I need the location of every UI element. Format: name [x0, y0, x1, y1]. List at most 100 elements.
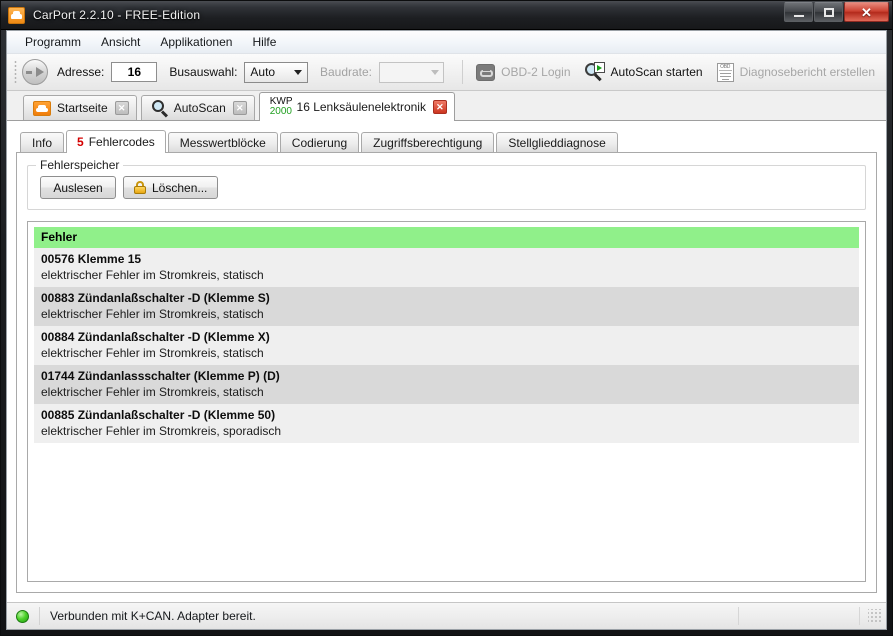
baudrate-select: [379, 61, 445, 83]
chevron-down-icon: [290, 69, 307, 75]
fault-description: elektrischer Fehler im Stromkreis, stati…: [41, 268, 264, 282]
bus-select[interactable]: Auto: [244, 61, 308, 83]
obd-plug-icon: [476, 63, 496, 81]
title-bar: CarPort 2.2.10 - FREE-Edition ✕: [1, 1, 892, 30]
tab-autoscan-label: AutoScan: [173, 101, 226, 115]
table-row[interactable]: 00883 Zündanlaßschalter -D (Klemme S) el…: [34, 287, 859, 326]
tab-autoscan[interactable]: AutoScan ✕: [140, 95, 255, 120]
close-button[interactable]: ✕: [844, 2, 889, 22]
tab-startseite-label: Startseite: [57, 101, 108, 115]
fault-list[interactable]: Fehler 00576 Klemme 15 elektrischer Fehl…: [27, 221, 866, 582]
fault-code: 00576 Klemme 15: [41, 252, 142, 266]
fehlercodes-count-badge: 5: [77, 135, 84, 149]
table-row[interactable]: 00885 Zündanlaßschalter -D (Klemme 50) e…: [34, 404, 859, 443]
menu-hilfe[interactable]: Hilfe: [243, 33, 285, 51]
toolbar: Adresse: Busauswahl: Auto Baudrate: OBD-…: [7, 54, 886, 91]
toolbar-grip[interactable]: [14, 60, 17, 84]
padlock-icon: [134, 181, 146, 194]
fault-description: elektrischer Fehler im Stromkreis, stati…: [41, 346, 264, 360]
window-title: CarPort 2.2.10 - FREE-Edition: [33, 8, 201, 22]
auslesen-button-label: Auslesen: [53, 180, 103, 195]
autoscan-start-button[interactable]: AutoScan starten: [578, 58, 710, 86]
fault-description: elektrischer Fehler im Stromkreis, spora…: [41, 424, 282, 438]
window-controls: ✕: [784, 2, 889, 22]
tab-zugriffsberechtigung[interactable]: Zugriffsberechtigung: [361, 132, 495, 152]
obd2-login-label: OBD-2 Login: [501, 65, 571, 79]
tab-stellglieddiagnose-label: Stellglieddiagnose: [508, 135, 606, 150]
document-tab-bar: Startseite ✕ AutoScan ✕ KWP 2000 16 Lenk…: [7, 91, 886, 121]
tab-zugriffsberechtigung-label: Zugriffsberechtigung: [373, 135, 483, 150]
resize-grip[interactable]: [868, 609, 882, 623]
fault-description: elektrischer Fehler im Stromkreis, stati…: [41, 307, 264, 321]
tab-codierung-label: Codierung: [291, 135, 348, 150]
loeschen-button-label: Löschen...: [152, 180, 208, 195]
tab-info[interactable]: Info: [20, 132, 65, 152]
status-divider: [859, 607, 860, 625]
tab-startseite-close-icon[interactable]: ✕: [114, 101, 129, 115]
tab-messwertbloecke-label: Messwertblöcke: [179, 135, 266, 150]
minimize-icon: [793, 14, 804, 17]
fault-code: 00883 Zündanlaßschalter -D (Klemme S): [41, 291, 270, 305]
toolbar-separator: [462, 60, 464, 84]
table-row[interactable]: 01744 Zündanlassschalter (Klemme P) (D) …: [34, 365, 859, 404]
client-area: Programm Ansicht Applikationen Hilfe Adr…: [6, 30, 887, 630]
fehlercodes-panel: Fehlerspeicher Auslesen Löschen... Fehle…: [16, 152, 877, 593]
chevron-down-icon: [426, 69, 443, 75]
autoscan-start-label: AutoScan starten: [610, 65, 703, 79]
ecu-tab-bar: Info 5 Fehlercodes Messwertblöcke Codier…: [16, 129, 877, 153]
tab-lenksaeulenelektronik-label: 16 Lenksäulenelektronik: [296, 100, 426, 114]
menu-applikationen[interactable]: Applikationen: [151, 33, 241, 51]
minimize-button[interactable]: [784, 2, 813, 22]
menu-ansicht[interactable]: Ansicht: [92, 33, 149, 51]
address-input[interactable]: [111, 62, 158, 82]
table-row[interactable]: 00884 Zündanlaßschalter -D (Klemme X) el…: [34, 326, 859, 365]
close-icon: ✕: [861, 4, 872, 20]
app-car-icon: [8, 6, 25, 24]
fehlerspeicher-group: Fehlerspeicher Auslesen Löschen...: [27, 158, 866, 210]
table-row[interactable]: 00576 Klemme 15 elektrischer Fehler im S…: [34, 248, 859, 287]
status-bar: Verbunden mit K+CAN. Adapter bereit.: [7, 602, 886, 629]
tab-info-label: Info: [32, 135, 53, 150]
fault-code: 00885 Zündanlaßschalter -D (Klemme 50): [41, 408, 276, 422]
bus-select-value: Auto: [250, 65, 276, 79]
fehlerspeicher-group-title: Fehlerspeicher: [36, 158, 124, 172]
diagnosereport-button[interactable]: OBD Diagnosebericht erstellen: [710, 58, 882, 86]
application-window: CarPort 2.2.10 - FREE-Edition ✕ Programm…: [0, 0, 893, 636]
obd2-login-button[interactable]: OBD-2 Login: [469, 58, 577, 86]
maximize-icon: [823, 7, 834, 17]
tab-lenksaeulenelektronik[interactable]: KWP 2000 16 Lenksäulenelektronik ✕: [258, 92, 455, 121]
car-icon: [33, 100, 51, 116]
baudrate-label: Baudrate:: [319, 65, 373, 79]
tab-startseite[interactable]: Startseite ✕: [23, 95, 137, 120]
fault-code: 01744 Zündanlassschalter (Klemme P) (D): [41, 369, 280, 383]
status-divider: [738, 607, 739, 625]
tab-lenksaeulenelektronik-close-icon[interactable]: ✕: [432, 100, 447, 114]
tab-messwertbloecke[interactable]: Messwertblöcke: [167, 132, 278, 152]
fault-code: 00884 Zündanlaßschalter -D (Klemme X): [41, 330, 270, 344]
address-label: Adresse:: [57, 65, 105, 79]
tab-codierung[interactable]: Codierung: [279, 132, 360, 152]
auslesen-button[interactable]: Auslesen: [40, 176, 116, 199]
page-body: Info 5 Fehlercodes Messwertblöcke Codier…: [7, 121, 886, 602]
menu-bar: Programm Ansicht Applikationen Hilfe: [7, 31, 886, 54]
protocol-badge: KWP 2000: [270, 97, 293, 117]
magnifier-icon: [151, 100, 168, 118]
bus-label: Busauswahl:: [169, 65, 238, 79]
obd-document-icon: OBD: [716, 62, 734, 82]
loeschen-button[interactable]: Löschen...: [123, 176, 219, 199]
tab-stellglieddiagnose[interactable]: Stellglieddiagnose: [496, 132, 618, 152]
fault-description: elektrischer Fehler im Stromkreis, stati…: [41, 385, 264, 399]
arrow-right-circle-icon: [25, 70, 32, 74]
tab-autoscan-close-icon[interactable]: ✕: [232, 101, 247, 115]
connect-arrow-button[interactable]: [22, 59, 48, 85]
magnifier-play-icon: [584, 62, 605, 82]
maximize-button[interactable]: [814, 2, 843, 22]
tab-fehlercodes[interactable]: 5 Fehlercodes: [66, 130, 166, 153]
tab-fehlercodes-label: Fehlercodes: [88, 135, 155, 149]
fehlerspeicher-button-row: Auslesen Löschen...: [40, 176, 855, 199]
menu-programm[interactable]: Programm: [16, 33, 90, 51]
status-message: Verbunden mit K+CAN. Adapter bereit.: [50, 609, 256, 623]
status-divider: [39, 607, 40, 625]
protocol-version: 2000: [269, 106, 292, 117]
fault-list-header: Fehler: [34, 227, 859, 248]
